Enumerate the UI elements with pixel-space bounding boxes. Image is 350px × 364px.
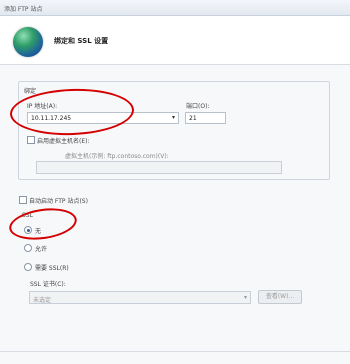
ip-address-label: IP 地址(A): <box>27 103 58 110</box>
view-cert-button[interactable]: 查看(W)... <box>258 290 302 304</box>
chevron-down-icon[interactable]: ▾ <box>244 294 247 301</box>
page-title: 绑定和 SSL 设置 <box>54 37 109 45</box>
add-ftp-site-dialog: 添加 FTP 站点 绑定和 SSL 设置 绑定 IP 地址(A): 10.11.… <box>0 0 350 364</box>
virtual-host-checkbox[interactable] <box>27 136 35 144</box>
ssl-require-label: 需要 SSL(R) <box>35 265 69 272</box>
port-label: 端口(O): <box>186 103 210 110</box>
ssl-none-radio[interactable] <box>24 226 32 234</box>
virtual-host-hint: 虚拟主机(示例: ftp.contoso.com)(V): <box>65 153 169 160</box>
ssl-group-label: SSL <box>22 212 33 219</box>
window-title: 添加 FTP 站点 <box>4 6 43 13</box>
ssl-allow-radio[interactable] <box>24 244 32 252</box>
virtual-host-checkbox-label: 启用虚拟主机名(E): <box>37 138 90 145</box>
auto-start-label: 自动启动 FTP 站点(S) <box>29 198 88 205</box>
ssl-none-label: 无 <box>35 228 42 235</box>
port-value: 21 <box>189 115 197 122</box>
footer-divider <box>0 351 350 352</box>
ip-address-combo[interactable]: 10.11.17.245 ▾ <box>27 112 179 124</box>
ssl-cert-label: SSL 证书(C): <box>30 281 66 288</box>
ssl-require-radio[interactable] <box>24 263 32 271</box>
ssl-cert-select[interactable]: 未选定 ▾ <box>29 291 251 304</box>
ip-address-value: 10.11.17.245 <box>31 115 72 122</box>
ssl-allow-label: 允许 <box>35 246 48 253</box>
ssl-cert-value: 未选定 <box>33 297 52 304</box>
port-input[interactable]: 21 <box>185 112 226 124</box>
chevron-down-icon[interactable]: ▾ <box>172 114 175 121</box>
title-bar: 添加 FTP 站点 <box>0 0 350 16</box>
wizard-header: 绑定和 SSL 设置 <box>0 16 350 65</box>
globe-icon <box>13 27 43 57</box>
virtual-host-input[interactable] <box>36 161 282 174</box>
binding-group-label: 绑定 <box>24 88 37 95</box>
auto-start-checkbox[interactable] <box>19 196 27 204</box>
